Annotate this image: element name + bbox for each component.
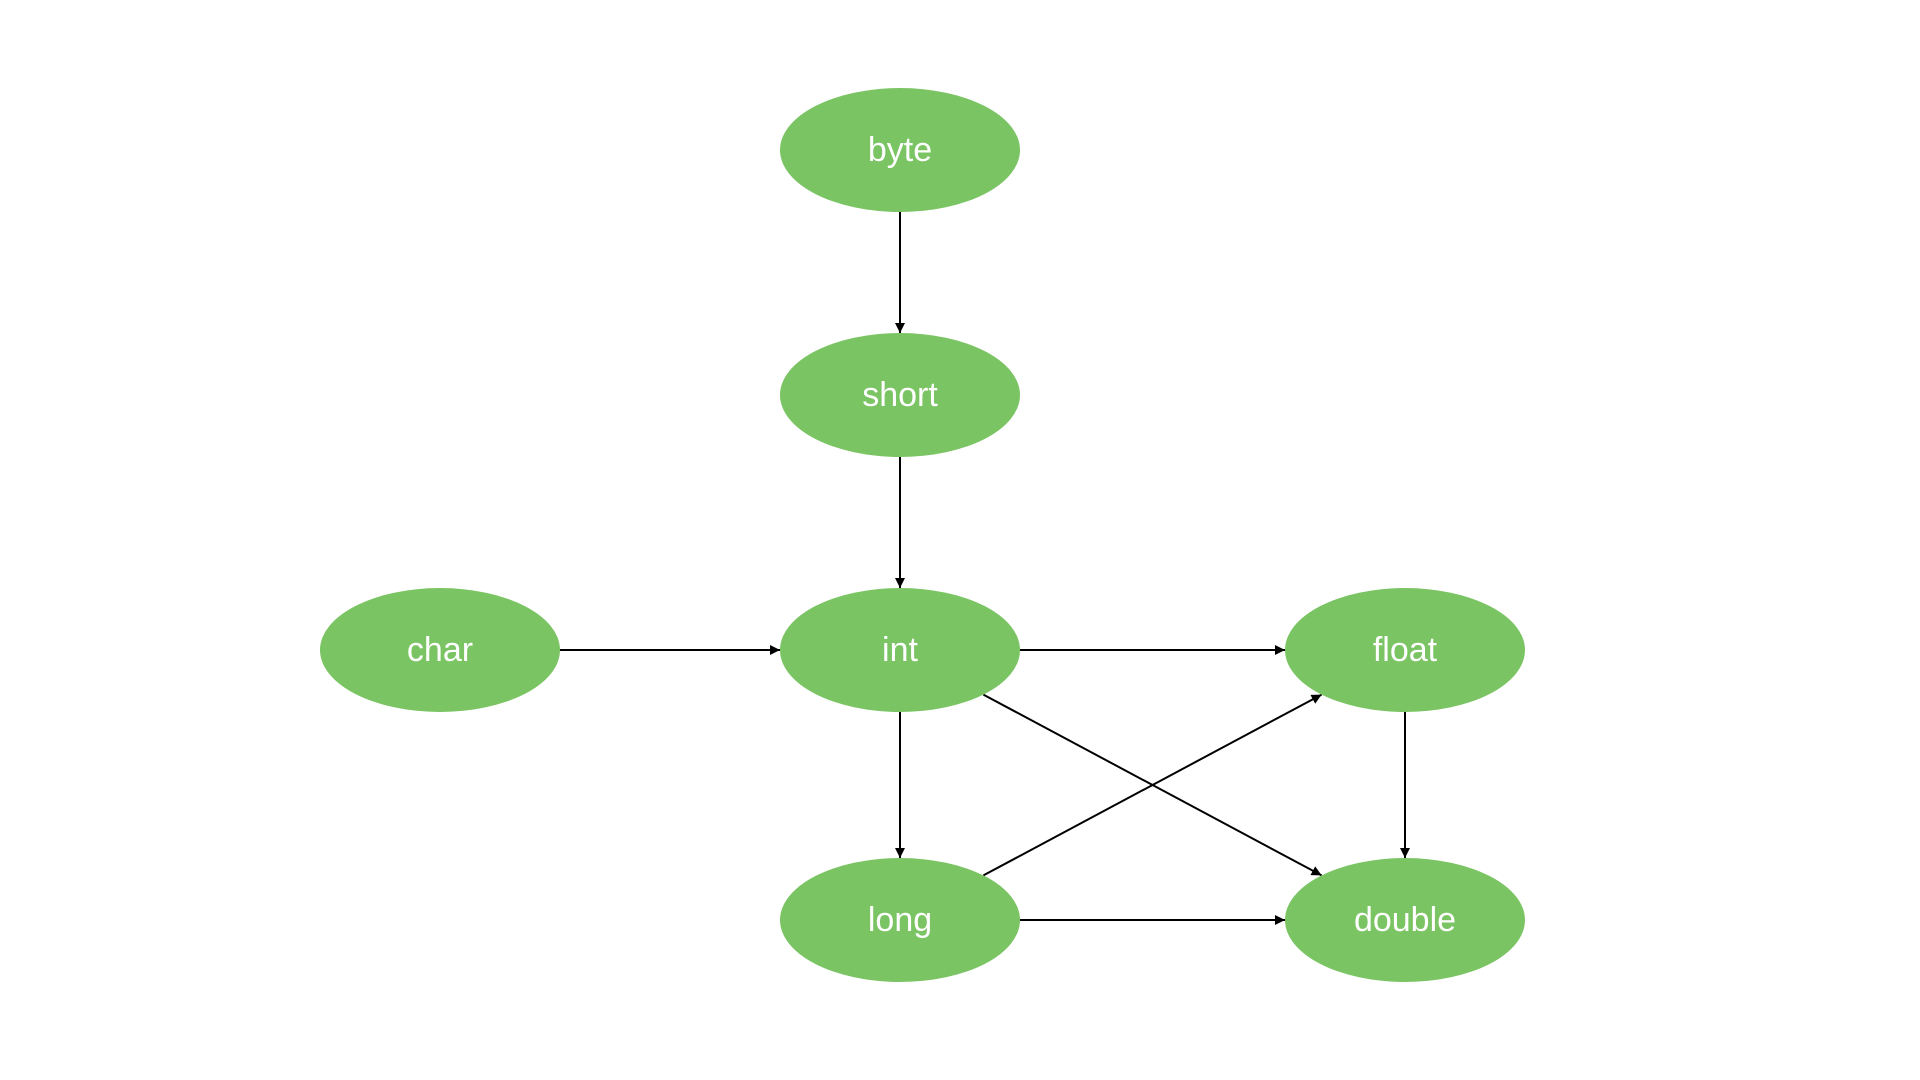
node-float: float xyxy=(1285,588,1525,712)
edge-long-to-float xyxy=(983,695,1321,876)
node-short: short xyxy=(780,333,1020,457)
type-conversion-diagram: byte short char int float long double xyxy=(0,0,1920,1080)
node-long: long xyxy=(780,858,1020,982)
edge-int-to-double xyxy=(983,695,1321,876)
node-char: char xyxy=(320,588,560,712)
node-int: int xyxy=(780,588,1020,712)
node-byte: byte xyxy=(780,88,1020,212)
node-double: double xyxy=(1285,858,1525,982)
